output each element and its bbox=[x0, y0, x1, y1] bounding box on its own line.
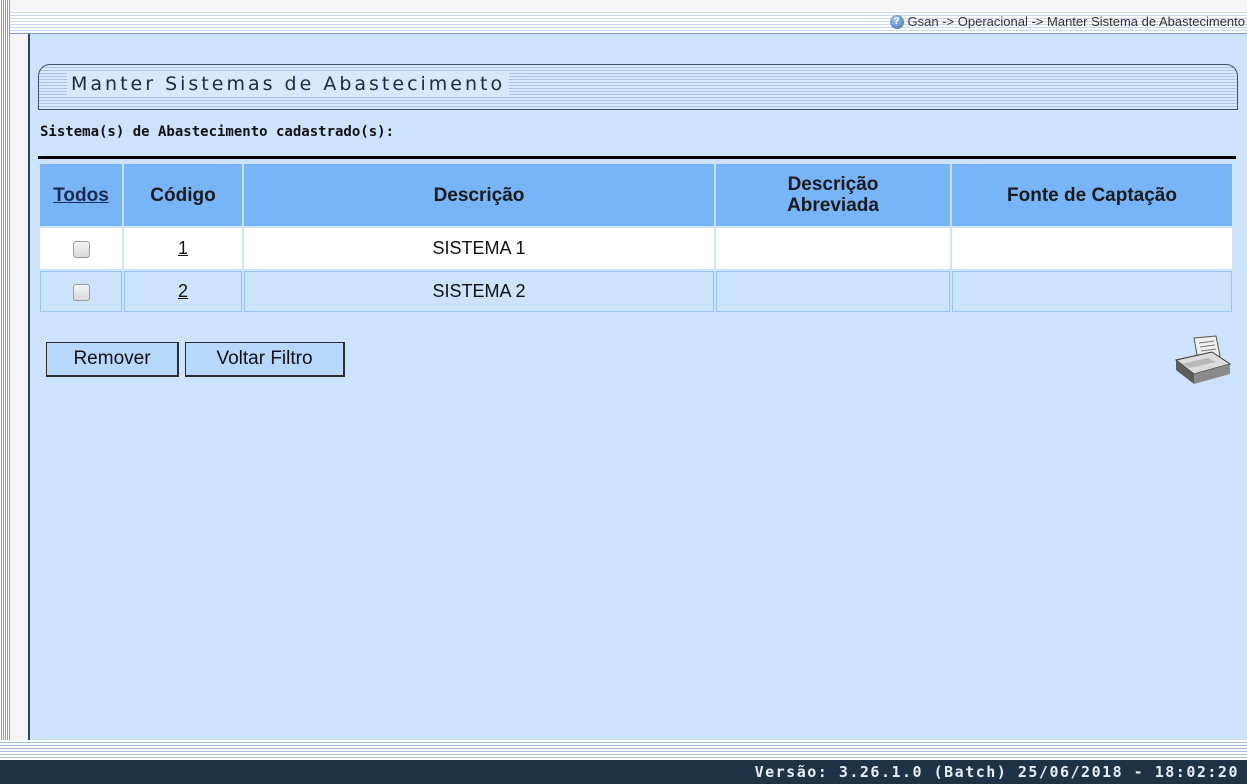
header-descricao-abreviada-line1: Descrição bbox=[787, 174, 879, 195]
left-border bbox=[0, 0, 10, 740]
table-row: 1 SISTEMA 1 bbox=[40, 228, 1232, 269]
header-descricao-abreviada-line2: Abreviada bbox=[787, 195, 879, 216]
table-row: 2 SISTEMA 2 bbox=[40, 271, 1232, 312]
table-header-row: Todos Código Descrição Descrição Abrevia… bbox=[40, 164, 1232, 226]
select-all-link[interactable]: Todos bbox=[53, 185, 109, 206]
version-text: Versão: 3.26.1.0 (Batch) 25/06/2018 - 18… bbox=[754, 763, 1239, 781]
footer: Versão: 3.26.1.0 (Batch) 25/06/2018 - 18… bbox=[0, 760, 1247, 784]
header-descricao-abreviada: Descrição Abreviada bbox=[716, 164, 950, 226]
voltar-filtro-button[interactable]: Voltar Filtro bbox=[185, 342, 345, 377]
descricao-abreviada-cell bbox=[716, 271, 950, 312]
fonte-captacao-cell bbox=[952, 271, 1232, 312]
remover-button[interactable]: Remover bbox=[46, 342, 179, 377]
descricao-cell: SISTEMA 1 bbox=[244, 228, 714, 269]
codigo-link[interactable]: 2 bbox=[178, 281, 188, 301]
divider bbox=[38, 156, 1236, 159]
header-descricao: Descrição bbox=[244, 164, 714, 226]
page-title: Manter Sistemas de Abastecimento bbox=[67, 73, 510, 95]
header-fonte-captacao: Fonte de Captação bbox=[952, 164, 1232, 226]
help-icon[interactable]: ? bbox=[889, 14, 904, 29]
descricao-abreviada-cell bbox=[716, 228, 950, 269]
row-checkbox[interactable] bbox=[72, 283, 90, 301]
row-checkbox-cell bbox=[40, 271, 122, 312]
codigo-cell: 2 bbox=[124, 271, 242, 312]
descricao-cell: SISTEMA 2 bbox=[244, 271, 714, 312]
list-label: Sistema(s) de Abastecimento cadastrado(s… bbox=[40, 124, 395, 140]
printer-icon[interactable] bbox=[1172, 334, 1232, 386]
breadcrumb: ? Gsan -> Operacional -> Manter Sistema … bbox=[889, 14, 1245, 29]
systems-table: Todos Código Descrição Descrição Abrevia… bbox=[38, 162, 1234, 314]
fonte-captacao-cell bbox=[952, 228, 1232, 269]
panel-title: Manter Sistemas de Abastecimento bbox=[38, 64, 1238, 110]
codigo-cell: 1 bbox=[124, 228, 242, 269]
header-codigo: Código bbox=[124, 164, 242, 226]
codigo-link[interactable]: 1 bbox=[178, 238, 188, 258]
breadcrumb-text: Gsan -> Operacional -> Manter Sistema de… bbox=[907, 14, 1245, 29]
bottom-stripe bbox=[0, 740, 1247, 760]
row-checkbox-cell bbox=[40, 228, 122, 269]
header-todos[interactable]: Todos bbox=[40, 164, 122, 226]
row-checkbox[interactable] bbox=[72, 240, 90, 258]
